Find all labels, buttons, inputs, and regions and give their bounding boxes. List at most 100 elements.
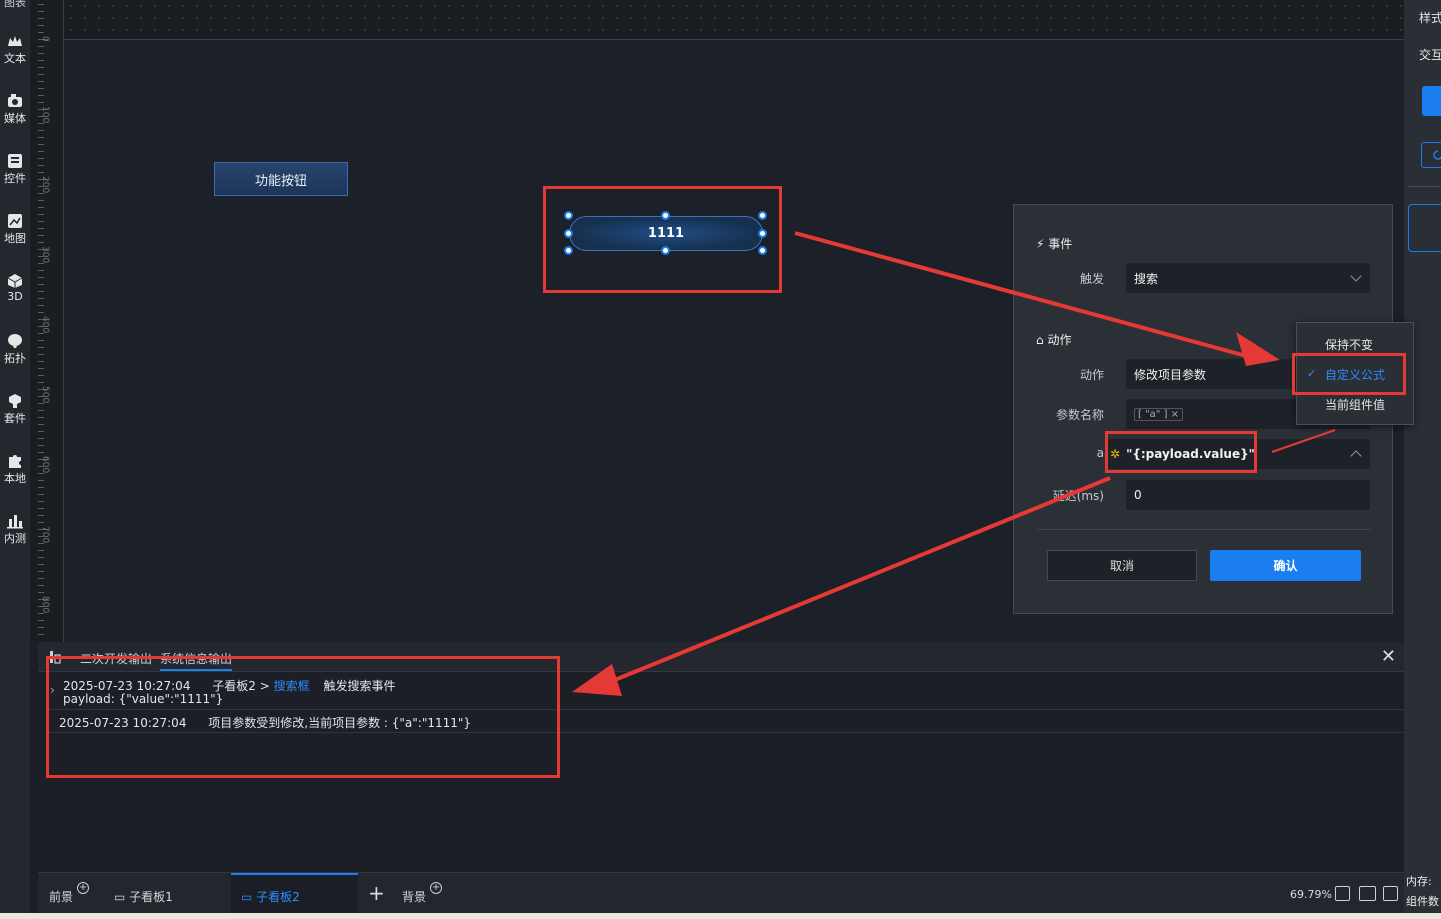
ruler-tick <box>38 284 44 285</box>
kit-icon <box>9 394 21 408</box>
ruler-tick <box>38 627 44 628</box>
chevron-up-icon <box>1350 450 1362 462</box>
annotation-box-console <box>46 656 560 778</box>
function-button-component[interactable]: 功能按钮 <box>214 162 348 196</box>
ruler-label: 800 <box>40 596 50 614</box>
annotation-box-menu <box>1292 353 1406 395</box>
sidebar-item-local[interactable]: 本地 <box>0 453 30 486</box>
properties-panel-strip: 样式 交互 <box>1404 0 1441 872</box>
annotation-box-formula <box>1105 431 1257 473</box>
add-tab-icon[interactable]: + <box>368 881 385 905</box>
chevron-down-icon <box>1350 270 1362 282</box>
ruler-tick <box>38 620 44 621</box>
sidebar-item-media[interactable]: 媒体 <box>0 93 30 126</box>
close-icon[interactable]: ✕ <box>1381 646 1396 667</box>
ruler-tick <box>38 578 44 579</box>
resize-handle[interactable] <box>758 246 767 255</box>
zoom-level[interactable]: 69.79% <box>1290 888 1332 901</box>
confirm-label: 确认 <box>1273 559 1298 573</box>
ruler-tick <box>38 235 44 236</box>
resize-handle[interactable] <box>758 211 767 220</box>
ruler-label: 100 <box>40 106 50 124</box>
event-section-label: 事件 <box>1048 237 1073 251</box>
menu-item-current-value[interactable]: 当前组件值 <box>1325 396 1385 413</box>
tab-interaction[interactable]: 交互 <box>1419 46 1441 63</box>
param-tag[interactable]: [ "a" ] × <box>1134 407 1184 421</box>
resize-handle[interactable] <box>564 211 573 220</box>
lightning-icon: ⚡ <box>1036 237 1045 251</box>
ruler-tick <box>38 67 44 68</box>
ruler-tick <box>38 424 44 425</box>
refresh-icon <box>1433 150 1441 160</box>
resize-handle[interactable] <box>661 211 670 220</box>
component-count-label: 组件数 <box>1406 895 1439 908</box>
horizontal-ruler <box>64 0 1404 40</box>
action-section-label: 动作 <box>1047 333 1072 347</box>
ruler-tick <box>38 242 44 243</box>
tab-foreground-label: 前景 <box>49 890 74 904</box>
tab-style[interactable]: 样式 <box>1419 9 1441 26</box>
function-button-label: 功能按钮 <box>254 173 307 189</box>
ruler-tick <box>38 4 44 5</box>
ruler-tick <box>38 431 44 432</box>
sidebar-item-label: 本地 <box>4 472 26 485</box>
sidebar-item-label: 地图 <box>4 232 26 245</box>
cube-icon <box>7 274 23 288</box>
ruler-tick <box>38 207 44 208</box>
panel-primary-button[interactable] <box>1422 86 1441 116</box>
add-circle-icon[interactable]: + <box>77 882 90 894</box>
ruler-tick <box>38 487 44 488</box>
tab-foreground[interactable]: 前景+ <box>49 882 90 905</box>
ruler-tick <box>38 508 44 509</box>
window-bottom-edge <box>0 913 1441 919</box>
resize-handle[interactable] <box>564 246 573 255</box>
fit-screen-icon[interactable] <box>1335 886 1350 901</box>
panel-event-card[interactable] <box>1408 204 1441 252</box>
ruler-tick <box>38 312 44 313</box>
tab-subboard-1[interactable]: ▭ 子看板1 <box>114 888 173 905</box>
ruler-tick <box>38 277 44 278</box>
sidebar-item-3d[interactable]: 3D <box>0 273 30 303</box>
confirm-button[interactable]: 确认 <box>1210 550 1361 581</box>
panel-divider <box>1408 186 1441 187</box>
param-name-label: 参数名称 <box>1055 408 1104 422</box>
ruler-tick <box>38 550 44 551</box>
event-section-title: ⚡ 事件 <box>1036 235 1072 252</box>
resize-handle[interactable] <box>564 229 573 238</box>
ruler-label: 600 <box>40 456 50 474</box>
ruler-tick <box>38 130 44 131</box>
ruler-label: 700 <box>40 526 50 544</box>
monitor-icon: ▭ <box>114 890 126 904</box>
sidebar-item-beta[interactable]: 内测 <box>0 513 30 546</box>
resize-handle[interactable] <box>758 229 767 238</box>
cancel-button[interactable]: 取消 <box>1047 550 1197 581</box>
add-circle-icon[interactable]: + <box>430 882 443 894</box>
ruler-tick <box>38 60 44 61</box>
ruler-tick <box>38 494 44 495</box>
action-value: 修改项目参数 <box>1134 367 1207 382</box>
sidebar-item-map[interactable]: 地图 <box>0 213 30 246</box>
sidebar-item-chart[interactable]: 图表 <box>4 0 26 10</box>
tab-background[interactable]: 背景+ <box>402 882 443 905</box>
panel-refresh-button[interactable] <box>1421 142 1441 168</box>
sidebar-item-text[interactable]: 文本 <box>0 33 30 66</box>
sidebar-item-topology[interactable]: 拓扑 <box>0 333 30 366</box>
ruler-tick <box>38 480 44 481</box>
keyboard-icon[interactable] <box>1359 886 1376 901</box>
sidebar-item-widget[interactable]: 控件 <box>0 153 30 186</box>
ruler-tick <box>38 368 44 369</box>
trigger-select[interactable]: 搜索 <box>1126 263 1370 293</box>
monitor-icon: ▭ <box>241 890 253 904</box>
ruler-tick <box>38 137 44 138</box>
sidebar-item-kit[interactable]: 套件 <box>0 393 30 426</box>
selected-button-label: 1111 <box>647 226 685 241</box>
resize-handle[interactable] <box>661 246 670 255</box>
ruler-label: 300 <box>40 246 50 264</box>
menu-item-keep[interactable]: 保持不变 <box>1325 336 1373 353</box>
ruler-tick <box>38 375 44 376</box>
terminal-icon[interactable] <box>1383 886 1398 901</box>
sidebar-item-label: 文本 <box>4 52 26 65</box>
delay-input[interactable]: 0 <box>1126 480 1370 510</box>
ruler-tick <box>38 81 44 82</box>
tab-subboard-2[interactable]: ▭ 子看板2 <box>241 888 300 905</box>
